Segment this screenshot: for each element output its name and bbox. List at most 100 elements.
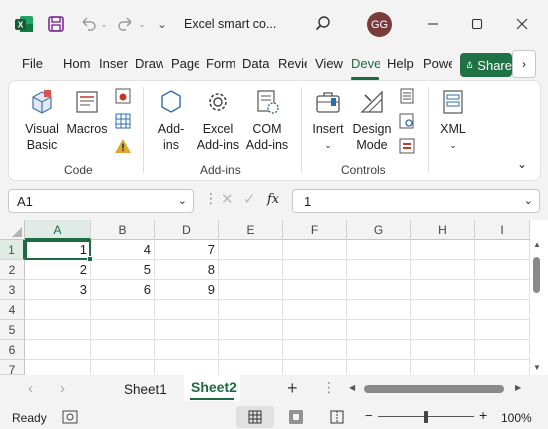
chevron-left-icon[interactable]: ‹	[28, 380, 33, 397]
expand-formula-bar-icon[interactable]: ⌄	[524, 194, 533, 207]
cell[interactable]	[155, 300, 219, 320]
cell[interactable]: 8	[155, 260, 219, 280]
cell[interactable]	[155, 320, 219, 340]
zoom-out-icon[interactable]: −	[365, 408, 373, 423]
view-code-icon[interactable]	[398, 112, 416, 130]
row-header[interactable]: 1	[0, 240, 25, 260]
accessibility-icon[interactable]	[62, 410, 78, 427]
cell[interactable]	[475, 260, 530, 280]
tab-review[interactable]: Revie	[278, 56, 307, 71]
cell[interactable]	[91, 320, 155, 340]
cell[interactable]	[283, 260, 347, 280]
cell[interactable]	[283, 340, 347, 360]
cell[interactable]	[411, 240, 475, 260]
fill-handle[interactable]	[87, 256, 93, 262]
column-header[interactable]: I	[475, 220, 530, 240]
normal-view-button[interactable]	[236, 406, 274, 428]
cell[interactable]	[475, 280, 530, 300]
maximize-icon[interactable]	[465, 12, 489, 36]
vertical-scrollbar[interactable]: ▲ ▼	[530, 240, 544, 375]
vertical-scroll-thumb[interactable]	[533, 257, 540, 293]
cell[interactable]	[283, 360, 347, 375]
add-ins-button[interactable]: Add- ins	[153, 87, 189, 153]
chevron-down-icon[interactable]: ⌄	[178, 194, 187, 207]
tab-draw[interactable]: Draw	[135, 56, 163, 71]
cell[interactable]	[475, 240, 530, 260]
active-sheet-tab[interactable]: Sheet2	[184, 375, 240, 401]
undo-icon[interactable]	[76, 12, 100, 36]
row-header[interactable]: 7	[0, 360, 25, 375]
cell[interactable]	[25, 320, 91, 340]
cell[interactable]	[25, 360, 91, 375]
column-header[interactable]: D	[155, 220, 219, 240]
design-mode-button[interactable]: Design Mode	[351, 87, 393, 153]
page-break-view-icon[interactable]	[330, 410, 344, 427]
column-header[interactable]: E	[219, 220, 283, 240]
tab-home[interactable]: Hom	[63, 56, 92, 71]
zoom-in-icon[interactable]: +	[479, 407, 487, 423]
properties-icon[interactable]	[398, 87, 416, 105]
save-icon[interactable]	[44, 12, 68, 36]
row-header[interactable]: 5	[0, 320, 25, 340]
cell[interactable]	[283, 320, 347, 340]
cell[interactable]	[475, 340, 530, 360]
cell[interactable]	[283, 240, 347, 260]
cell[interactable]: 3	[25, 280, 91, 300]
relative-references-icon[interactable]	[114, 112, 132, 130]
tab-formulas[interactable]: Form	[206, 56, 235, 71]
cell[interactable]	[347, 360, 411, 375]
cell[interactable]	[219, 340, 283, 360]
macros-button[interactable]: Macros	[65, 87, 109, 137]
insert-function-button[interactable]: fx	[267, 192, 279, 207]
scroll-up-icon[interactable]: ▲	[533, 240, 541, 249]
tab-developer[interactable]: Deve	[351, 56, 380, 71]
zoom-slider-thumb[interactable]	[424, 411, 428, 423]
record-macro-icon[interactable]	[114, 87, 132, 105]
cancel-icon[interactable]: ✕	[221, 190, 234, 208]
cell[interactable]	[347, 320, 411, 340]
cell[interactable]	[411, 360, 475, 375]
name-box[interactable]: A1 ⌄	[8, 189, 194, 213]
cell[interactable]	[155, 360, 219, 375]
cell[interactable]	[411, 340, 475, 360]
cell[interactable]	[25, 340, 91, 360]
cell[interactable]	[283, 280, 347, 300]
worksheet-grid[interactable]: A B D E F G H I 1 2 3 4 5 6 7 147258369 …	[0, 220, 548, 375]
excel-add-ins-button[interactable]: Excel Add-ins	[195, 87, 241, 153]
com-add-ins-button[interactable]: COM Add-ins	[244, 87, 290, 153]
more-options-icon[interactable]: ⋮	[204, 190, 218, 207]
cell[interactable]	[219, 260, 283, 280]
enter-icon[interactable]: ✓	[243, 190, 256, 208]
cell[interactable]	[91, 360, 155, 375]
cell[interactable]	[347, 240, 411, 260]
cell[interactable]	[219, 360, 283, 375]
cell[interactable]	[411, 320, 475, 340]
insert-control-button[interactable]: Insert ⌄	[309, 87, 347, 153]
cell[interactable]	[347, 260, 411, 280]
cell[interactable]: 6	[91, 280, 155, 300]
select-all-corner[interactable]	[0, 220, 25, 240]
horizontal-scrollbar[interactable]: ◀ ▶	[349, 382, 527, 396]
scroll-left-icon[interactable]: ◀	[349, 383, 355, 392]
row-header[interactable]: 3	[0, 280, 25, 300]
tab-insert[interactable]: Inser	[99, 56, 128, 71]
cell[interactable]	[475, 300, 530, 320]
sheet-tab-sheet1[interactable]: Sheet1	[124, 382, 167, 397]
cell[interactable]: 5	[91, 260, 155, 280]
column-header[interactable]: B	[91, 220, 155, 240]
avatar[interactable]: GG	[367, 12, 392, 37]
redo-icon[interactable]	[114, 12, 138, 36]
scroll-down-icon[interactable]: ▼	[533, 363, 541, 372]
cell[interactable]	[411, 260, 475, 280]
more-options-icon[interactable]: ⋮	[322, 379, 336, 396]
cell[interactable]	[475, 320, 530, 340]
collapse-ribbon-icon[interactable]: ⌄	[517, 157, 527, 171]
visual-basic-button[interactable]: Visual Basic	[21, 87, 63, 153]
close-icon[interactable]	[510, 12, 534, 36]
redo-dropdown-icon[interactable]: ⌄	[136, 12, 148, 36]
zoom-level[interactable]: 100%	[501, 411, 532, 425]
tab-help[interactable]: Help	[387, 56, 415, 71]
formula-input[interactable]: 1 ⌄	[292, 189, 540, 213]
row-header[interactable]: 6	[0, 340, 25, 360]
column-header[interactable]: H	[411, 220, 475, 240]
